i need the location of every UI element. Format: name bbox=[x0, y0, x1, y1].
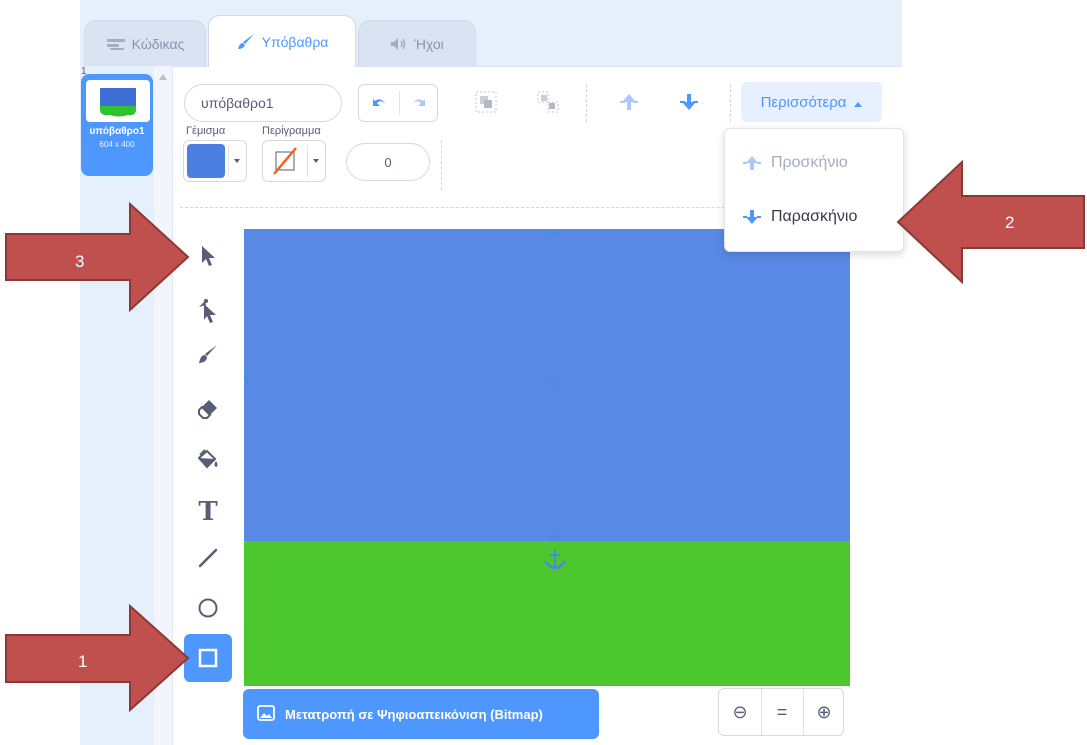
reshape-icon bbox=[199, 299, 216, 323]
toolbar-separator bbox=[441, 140, 442, 190]
eraser-tool[interactable] bbox=[184, 384, 232, 432]
backdrop-name-input[interactable]: υπόβαθρο1 bbox=[184, 84, 342, 122]
selection-handle-top[interactable] bbox=[547, 229, 561, 239]
ungroup-icon[interactable] bbox=[530, 84, 566, 120]
fill-bucket-icon bbox=[197, 449, 218, 469]
zoom-in-button[interactable]: ⊕ bbox=[803, 689, 845, 735]
outline-label: Περίγραμμα bbox=[262, 125, 321, 137]
backdrop-ground-rectangle[interactable] bbox=[244, 541, 850, 686]
rectangle-tool[interactable] bbox=[184, 634, 232, 682]
text-icon: T bbox=[198, 497, 218, 527]
brush-icon bbox=[199, 345, 217, 363]
swatch-divider bbox=[307, 145, 308, 177]
circle-icon bbox=[198, 598, 218, 618]
backward-icon[interactable] bbox=[672, 84, 706, 120]
back-icon bbox=[743, 210, 761, 224]
undo-icon[interactable] bbox=[359, 85, 399, 121]
pointer-icon bbox=[202, 246, 215, 266]
annotation-number-2: 2 bbox=[1005, 213, 1015, 232]
tab-sounds[interactable]: Ήχοι bbox=[358, 20, 476, 66]
menu-item-bring-to-front-label: Προσκήνιο bbox=[771, 154, 848, 171]
line-icon bbox=[198, 548, 218, 568]
group-icon[interactable] bbox=[468, 84, 504, 120]
annotation-arrow-2 bbox=[896, 160, 1085, 284]
rotation-anchor-icon[interactable] bbox=[542, 547, 568, 573]
toolbar-separator bbox=[730, 84, 731, 122]
no-color-icon bbox=[273, 147, 297, 175]
annotation-number-3: 3 bbox=[75, 252, 85, 271]
center-marker bbox=[548, 380, 560, 388]
outline-color-picker[interactable] bbox=[262, 140, 326, 182]
more-button-label: Περισσότερα bbox=[760, 93, 847, 111]
text-tool[interactable]: T bbox=[184, 488, 232, 536]
image-icon bbox=[257, 704, 275, 724]
menu-item-bring-to-front[interactable]: Προσκήνιο bbox=[725, 139, 903, 187]
backdrop-thumbnail bbox=[86, 80, 150, 122]
menu-item-send-to-back[interactable]: Παρασκήνιο bbox=[725, 193, 903, 241]
tab-code-label: Κώδικας bbox=[131, 35, 185, 52]
convert-to-bitmap-button[interactable]: Μετατροπή σε Ψηφιοαπεικόνιση (Bitmap) bbox=[243, 689, 599, 739]
outline-swatch bbox=[266, 144, 304, 178]
tab-backdrops[interactable]: Υπόβαθρα bbox=[208, 15, 356, 67]
more-button[interactable]: Περισσότερα bbox=[741, 82, 882, 122]
chevron-down-icon bbox=[234, 159, 240, 163]
front-icon bbox=[743, 156, 761, 170]
chevron-down-icon bbox=[313, 159, 319, 163]
code-icon bbox=[106, 37, 126, 51]
tab-backdrops-label: Υπόβαθρα bbox=[261, 33, 329, 50]
caret-up-icon bbox=[854, 94, 863, 111]
reshape-tool[interactable] bbox=[184, 286, 232, 334]
backdrop-sky-rectangle[interactable] bbox=[244, 229, 850, 541]
backdrop-size: 604 x 400 bbox=[99, 140, 135, 149]
tab-code[interactable]: Κώδικας bbox=[84, 20, 206, 66]
backdrop-index: 1 bbox=[81, 66, 87, 77]
line-tool[interactable] bbox=[184, 534, 232, 582]
eraser-icon bbox=[198, 400, 217, 419]
fill-swatch bbox=[187, 144, 225, 178]
backdrop-name: υπόβαθρο1 bbox=[89, 126, 145, 137]
zoom-out-button[interactable]: ⊖ bbox=[719, 689, 761, 735]
select-tool[interactable] bbox=[184, 232, 232, 280]
undo-redo-group bbox=[358, 84, 438, 122]
annotation-arrow-3 bbox=[5, 202, 190, 312]
zoom-controls: ⊖ = ⊕ bbox=[718, 688, 844, 736]
selection-handle-bottom[interactable] bbox=[547, 531, 561, 541]
annotation-number-1: 1 bbox=[78, 652, 88, 671]
more-menu: Προσκήνιο Παρασκήνιο bbox=[724, 128, 904, 252]
annotation-arrow-1 bbox=[5, 604, 190, 713]
brush-icon bbox=[236, 32, 256, 52]
forward-icon[interactable] bbox=[612, 84, 646, 120]
toolbar-separator bbox=[586, 84, 587, 122]
rectangle-icon bbox=[198, 648, 218, 668]
tab-sounds-label: Ήχοι bbox=[414, 35, 444, 52]
fill-tool[interactable] bbox=[184, 436, 232, 484]
fill-color-picker[interactable] bbox=[183, 140, 247, 182]
swatch-divider bbox=[228, 145, 229, 177]
zoom-reset-button[interactable]: = bbox=[761, 689, 803, 735]
selection-handle-left[interactable] bbox=[244, 375, 250, 387]
sound-icon bbox=[390, 37, 408, 51]
menu-item-send-to-back-label: Παρασκήνιο bbox=[771, 208, 858, 225]
circle-tool[interactable] bbox=[184, 584, 232, 632]
convert-to-bitmap-label: Μετατροπή σε Ψηφιοαπεικόνιση (Bitmap) bbox=[285, 706, 543, 722]
outline-width-input[interactable]: 0 bbox=[346, 143, 430, 181]
backdrop-tile[interactable]: 1 υπόβαθρο1 604 x 400 bbox=[81, 66, 153, 176]
brush-tool[interactable] bbox=[184, 330, 232, 378]
fill-label: Γέμισμα bbox=[186, 125, 226, 137]
redo-icon[interactable] bbox=[399, 85, 439, 121]
